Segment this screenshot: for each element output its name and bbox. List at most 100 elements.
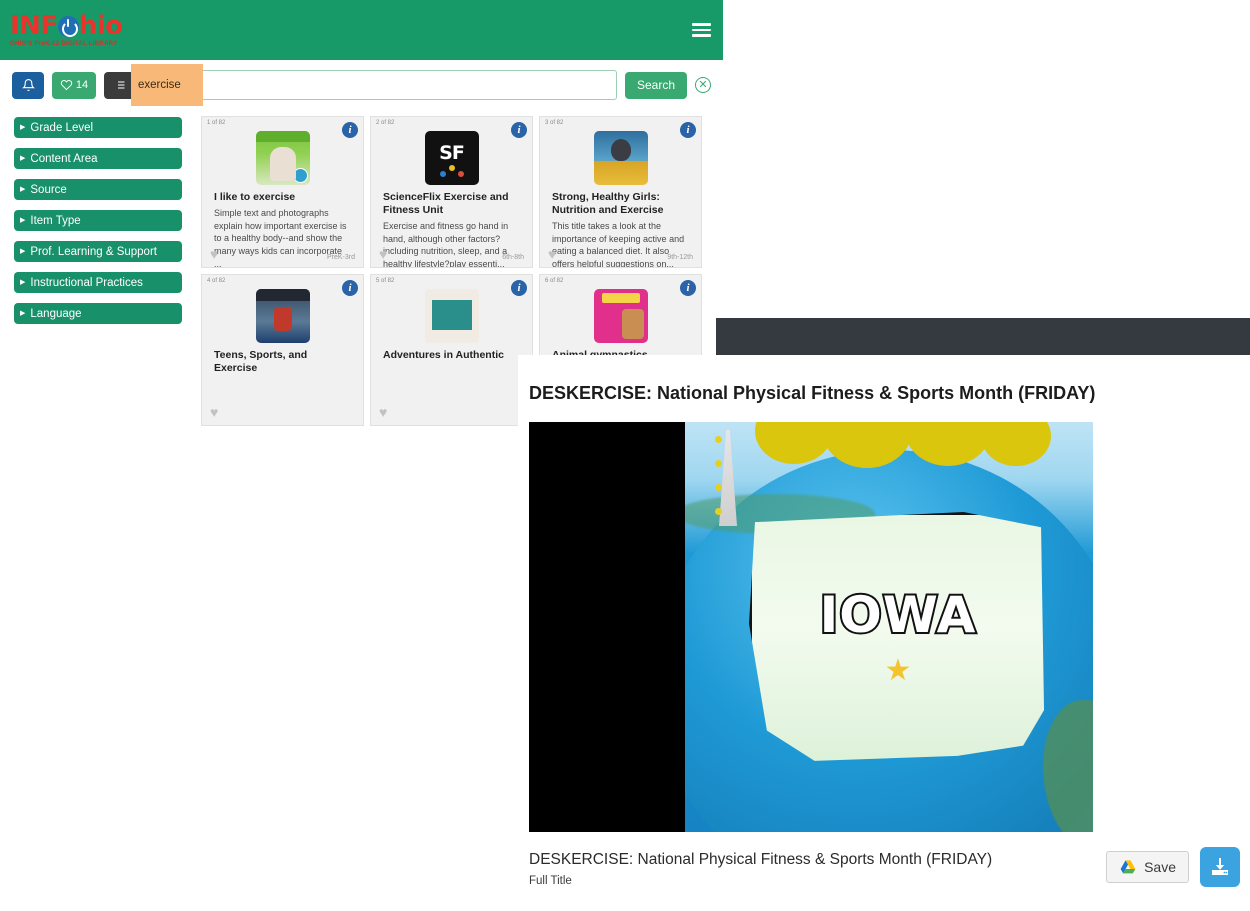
card-position-counter: 2 of 82 <box>376 120 395 126</box>
card-title: ScienceFlix Exercise and Fitness Unit <box>383 191 509 217</box>
facet-language[interactable]: ▶ Language <box>14 303 182 324</box>
scienceflix-molecule-icon <box>439 165 464 178</box>
save-to-drive-button[interactable]: Save <box>1106 851 1189 883</box>
card-title: Strong, Healthy Girls: Nutrition and Exe… <box>552 191 664 217</box>
info-circle-icon[interactable]: i <box>342 280 358 296</box>
card-position-counter: 6 of 82 <box>545 278 564 284</box>
facet-item-type[interactable]: ▶ Item Type <box>14 210 182 231</box>
light-dot <box>715 460 722 467</box>
chevron-right-icon: ▶ <box>20 155 26 162</box>
info-circle-icon[interactable]: i <box>342 122 358 138</box>
video-still-frame: IOWA ★ <box>685 422 1093 832</box>
result-card[interactable]: 3 of 82 i Strong, Healthy Girls: Nutriti… <box>539 116 702 268</box>
facet-label: Instructional Practices <box>30 276 143 289</box>
figure-blob <box>981 422 1051 466</box>
info-circle-icon[interactable]: i <box>511 280 527 296</box>
card-grade-range: 6th-8th <box>502 254 524 261</box>
card-title: Teens, Sports, and Exercise <box>214 349 308 375</box>
card-position-counter: 4 of 82 <box>207 278 226 284</box>
heart-icon[interactable]: ♥ <box>210 246 218 262</box>
detail-footer: DESKERCISE: National Physical Fitness & … <box>529 847 1240 887</box>
heart-icon <box>60 79 73 91</box>
infohio-logo[interactable]: INF hio OHIO'S PreK-12 DIGITAL LIBRARY <box>0 13 123 47</box>
dot <box>448 165 455 171</box>
card-position-counter: 3 of 82 <box>545 120 564 126</box>
media-player[interactable]: IOWA ★ <box>529 422 1093 832</box>
result-card[interactable]: 5 of 82 i Adventures in Authentic ♥ <box>370 274 533 426</box>
logo-text-inf: INF <box>10 11 58 41</box>
facet-grade-level[interactable]: ▶ Grade Level <box>14 117 182 138</box>
info-circle-icon[interactable]: i <box>680 122 696 138</box>
result-card[interactable]: 1 of 82 i I like to exercise Simple text… <box>201 116 364 268</box>
info-circle-icon[interactable]: i <box>511 122 527 138</box>
dot <box>439 171 446 177</box>
hamburger-line <box>692 34 711 37</box>
iowa-map-label: IOWA <box>818 584 978 646</box>
card-description <box>371 362 532 365</box>
facet-label: Prof. Learning & Support <box>30 245 157 258</box>
notification-bell-icon <box>21 79 35 91</box>
card-thumbnail: SF <box>424 131 479 185</box>
facet-label: Grade Level <box>30 121 94 134</box>
facet-label: Source <box>30 183 67 196</box>
detail-panel-topbar <box>716 318 1250 355</box>
detail-footer-title: DESKERCISE: National Physical Fitness & … <box>529 851 993 868</box>
chevron-right-icon: ▶ <box>20 217 26 224</box>
favorites-count: 14 <box>75 79 89 91</box>
detail-footer-subtitle: Full Title <box>529 875 572 887</box>
facet-content-area[interactable]: ▶ Content Area <box>14 148 182 169</box>
hamburger-line <box>692 23 711 26</box>
facet-label: Language <box>30 307 82 320</box>
heart-icon[interactable]: ♥ <box>379 404 387 420</box>
card-grade-range: 9th-12th <box>667 254 693 261</box>
download-tray-icon <box>1212 858 1228 875</box>
search-button[interactable]: Search <box>624 71 687 99</box>
yellow-figures-graphic <box>755 422 1055 492</box>
source-badge-icon <box>292 168 308 183</box>
notifications-button[interactable] <box>12 71 44 99</box>
logo-subtitle: OHIO'S PreK-12 DIGITAL LIBRARY <box>10 40 118 47</box>
card-grade-range: PreK-3rd <box>326 254 355 261</box>
heart-icon[interactable]: ♥ <box>379 246 387 262</box>
light-dot <box>715 484 722 491</box>
facet-instructional-practices[interactable]: ▶ Instructional Practices <box>14 272 182 293</box>
search-input[interactable] <box>144 70 617 100</box>
search-toolbar: 14 Search ✕ <box>0 60 723 110</box>
star-icon: ★ <box>884 654 912 687</box>
dot <box>457 171 464 177</box>
favorites-button[interactable]: 14 <box>52 71 96 99</box>
card-thumbnail <box>424 289 479 343</box>
detail-footer-text: DESKERCISE: National Physical Fitness & … <box>529 847 992 887</box>
detail-title: DESKERCISE: National Physical Fitness & … <box>529 383 1096 403</box>
save-button-label: Save <box>1144 859 1176 875</box>
site-header: INF hio OHIO'S PreK-12 DIGITAL LIBRARY <box>0 0 723 60</box>
facet-prof-learning-support[interactable]: ▶ Prof. Learning & Support <box>14 241 182 262</box>
list-lines-icon <box>115 81 125 89</box>
chevron-right-icon: ▶ <box>20 124 26 131</box>
scienceflix-logo: SF <box>439 142 465 164</box>
chevron-right-icon: ▶ <box>20 248 26 255</box>
result-card[interactable]: 4 of 82 i Teens, Sports, and Exercise ♥ <box>201 274 364 426</box>
result-card[interactable]: 2 of 82 i SF ScienceFlix Exercise and Fi… <box>370 116 533 268</box>
facet-source[interactable]: ▶ Source <box>14 179 182 200</box>
card-description <box>202 375 363 378</box>
hamburger-menu-icon[interactable] <box>692 20 723 40</box>
globe-landmass <box>1043 700 1093 832</box>
logo-wordmark: INF hio <box>10 13 123 39</box>
light-dot <box>715 508 722 515</box>
facet-label: Item Type <box>30 214 81 227</box>
info-circle-icon[interactable]: i <box>680 280 696 296</box>
download-button[interactable] <box>1200 847 1240 887</box>
autocomplete-term: exercise <box>138 79 181 91</box>
chevron-right-icon: ▶ <box>20 310 26 317</box>
card-thumbnail <box>255 131 310 185</box>
heart-icon[interactable]: ♥ <box>210 404 218 420</box>
heart-icon[interactable]: ♥ <box>548 246 556 262</box>
card-position-counter: 1 of 82 <box>207 120 226 126</box>
card-thumbnail <box>593 131 648 185</box>
search-autocomplete-overlay[interactable]: exercise <box>131 64 203 106</box>
chevron-right-icon: ▶ <box>20 279 26 286</box>
clear-search-icon[interactable]: ✕ <box>695 77 711 93</box>
light-dot <box>715 436 722 443</box>
figure-blob <box>905 422 991 466</box>
